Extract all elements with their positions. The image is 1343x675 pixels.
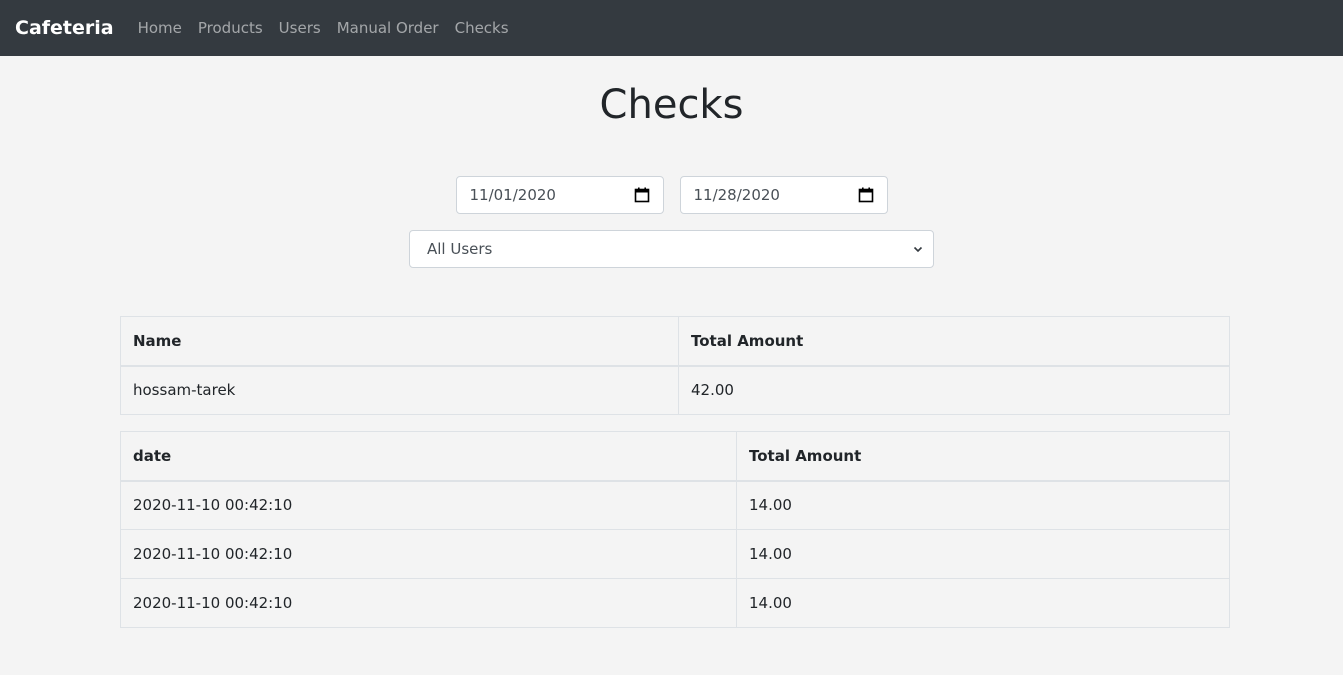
page-title: Checks <box>599 82 744 128</box>
nav-link-home[interactable]: Home <box>138 19 182 37</box>
table-header-row: Name Total Amount <box>120 316 1230 367</box>
order-total-cell: 14.00 <box>736 578 1230 628</box>
user-select-value: All Users <box>427 240 493 258</box>
order-total-cell: 14.00 <box>736 480 1230 530</box>
table-row[interactable]: hossam-tarek 42.00 <box>120 365 1230 415</box>
order-date-cell: 2020-11-10 00:42:10 <box>120 578 737 628</box>
filters: 11/01/2020 11/28/2020 All Users <box>0 176 1343 268</box>
order-date-cell: 2020-11-10 00:42:10 <box>120 480 737 530</box>
users-table: Name Total Amount hossam-tarek 42.00 <box>120 316 1230 415</box>
column-header-total-amount: Total Amount <box>736 431 1230 482</box>
user-name-cell: hossam-tarek <box>120 365 679 415</box>
orders-table: date Total Amount 2020-11-10 00:42:10 14… <box>120 431 1230 628</box>
date-range: 11/01/2020 11/28/2020 <box>455 176 888 214</box>
calendar-icon[interactable] <box>858 187 874 203</box>
order-date-cell: 2020-11-10 00:42:10 <box>120 529 737 579</box>
table-row[interactable]: 2020-11-10 00:42:10 14.00 <box>120 529 1230 579</box>
table-header-row: date Total Amount <box>120 431 1230 482</box>
chevron-down-icon <box>913 246 923 253</box>
navbar: Cafeteria Home Products Users Manual Ord… <box>0 0 1343 56</box>
column-header-name: Name <box>120 316 679 367</box>
calendar-icon[interactable] <box>634 187 650 203</box>
table-row[interactable]: 2020-11-10 00:42:10 14.00 <box>120 480 1230 530</box>
tables-section: Name Total Amount hossam-tarek 42.00 dat… <box>120 316 1230 628</box>
nav-link-users[interactable]: Users <box>279 19 321 37</box>
brand-link[interactable]: Cafeteria <box>15 17 114 39</box>
date-from-input[interactable]: 11/01/2020 <box>455 176 664 214</box>
user-select[interactable]: All Users <box>409 230 934 268</box>
nav-link-manual-order[interactable]: Manual Order <box>337 19 439 37</box>
date-from-value: 11/01/2020 <box>469 186 556 204</box>
column-header-date: date <box>120 431 737 482</box>
user-total-cell: 42.00 <box>678 365 1230 415</box>
date-to-input[interactable]: 11/28/2020 <box>679 176 888 214</box>
column-header-total-amount: Total Amount <box>678 316 1230 367</box>
nav-link-products[interactable]: Products <box>198 19 263 37</box>
date-to-value: 11/28/2020 <box>693 186 780 204</box>
table-row[interactable]: 2020-11-10 00:42:10 14.00 <box>120 578 1230 628</box>
order-total-cell: 14.00 <box>736 529 1230 579</box>
nav-link-checks[interactable]: Checks <box>455 19 509 37</box>
